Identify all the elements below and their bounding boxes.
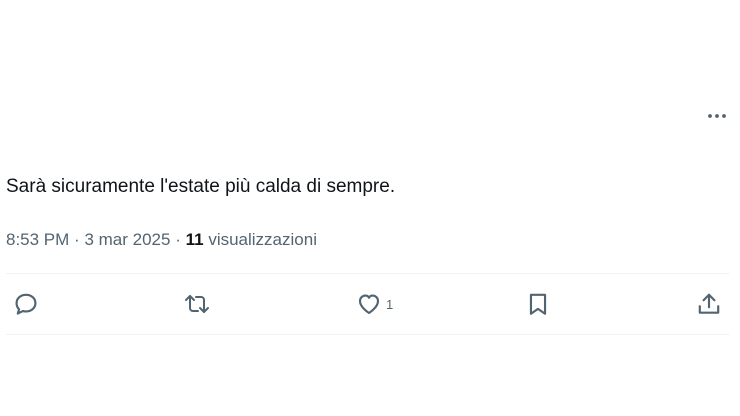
share-icon — [696, 291, 722, 317]
more-options-button[interactable] — [702, 103, 732, 129]
meta-separator: · — [175, 230, 181, 249]
retweet-icon — [183, 291, 211, 317]
retweet-button[interactable] — [183, 280, 211, 328]
like-button[interactable]: 1 — [356, 280, 393, 328]
tweet-timestamp-link[interactable]: 8:53 PM · 3 mar 2025 — [6, 230, 170, 249]
bookmark-button[interactable] — [525, 280, 551, 328]
tweet-actions-bar: 1 — [6, 280, 730, 328]
reply-icon — [13, 291, 39, 317]
views-link[interactable]: 11 visualizzazioni — [186, 230, 317, 249]
tweet-date: 3 mar 2025 — [84, 230, 171, 249]
divider — [6, 334, 729, 335]
like-count: 1 — [386, 296, 394, 312]
views-label: visualizzazioni — [208, 230, 317, 249]
more-horizontal-icon — [707, 113, 727, 119]
bookmark-icon — [525, 291, 551, 317]
meta-separator: · — [74, 230, 80, 249]
tweet-time: 8:53 PM — [6, 230, 70, 249]
reply-button[interactable] — [13, 280, 39, 328]
heart-icon — [356, 291, 382, 317]
views-count: 11 — [185, 230, 204, 249]
tweet-text: Sarà sicuramente l'estate più calda di s… — [6, 176, 396, 197]
share-button[interactable] — [696, 280, 722, 328]
tweet-meta: 8:53 PM · 3 mar 2025 · 11 visualizzazion… — [6, 229, 317, 251]
divider — [6, 273, 729, 274]
